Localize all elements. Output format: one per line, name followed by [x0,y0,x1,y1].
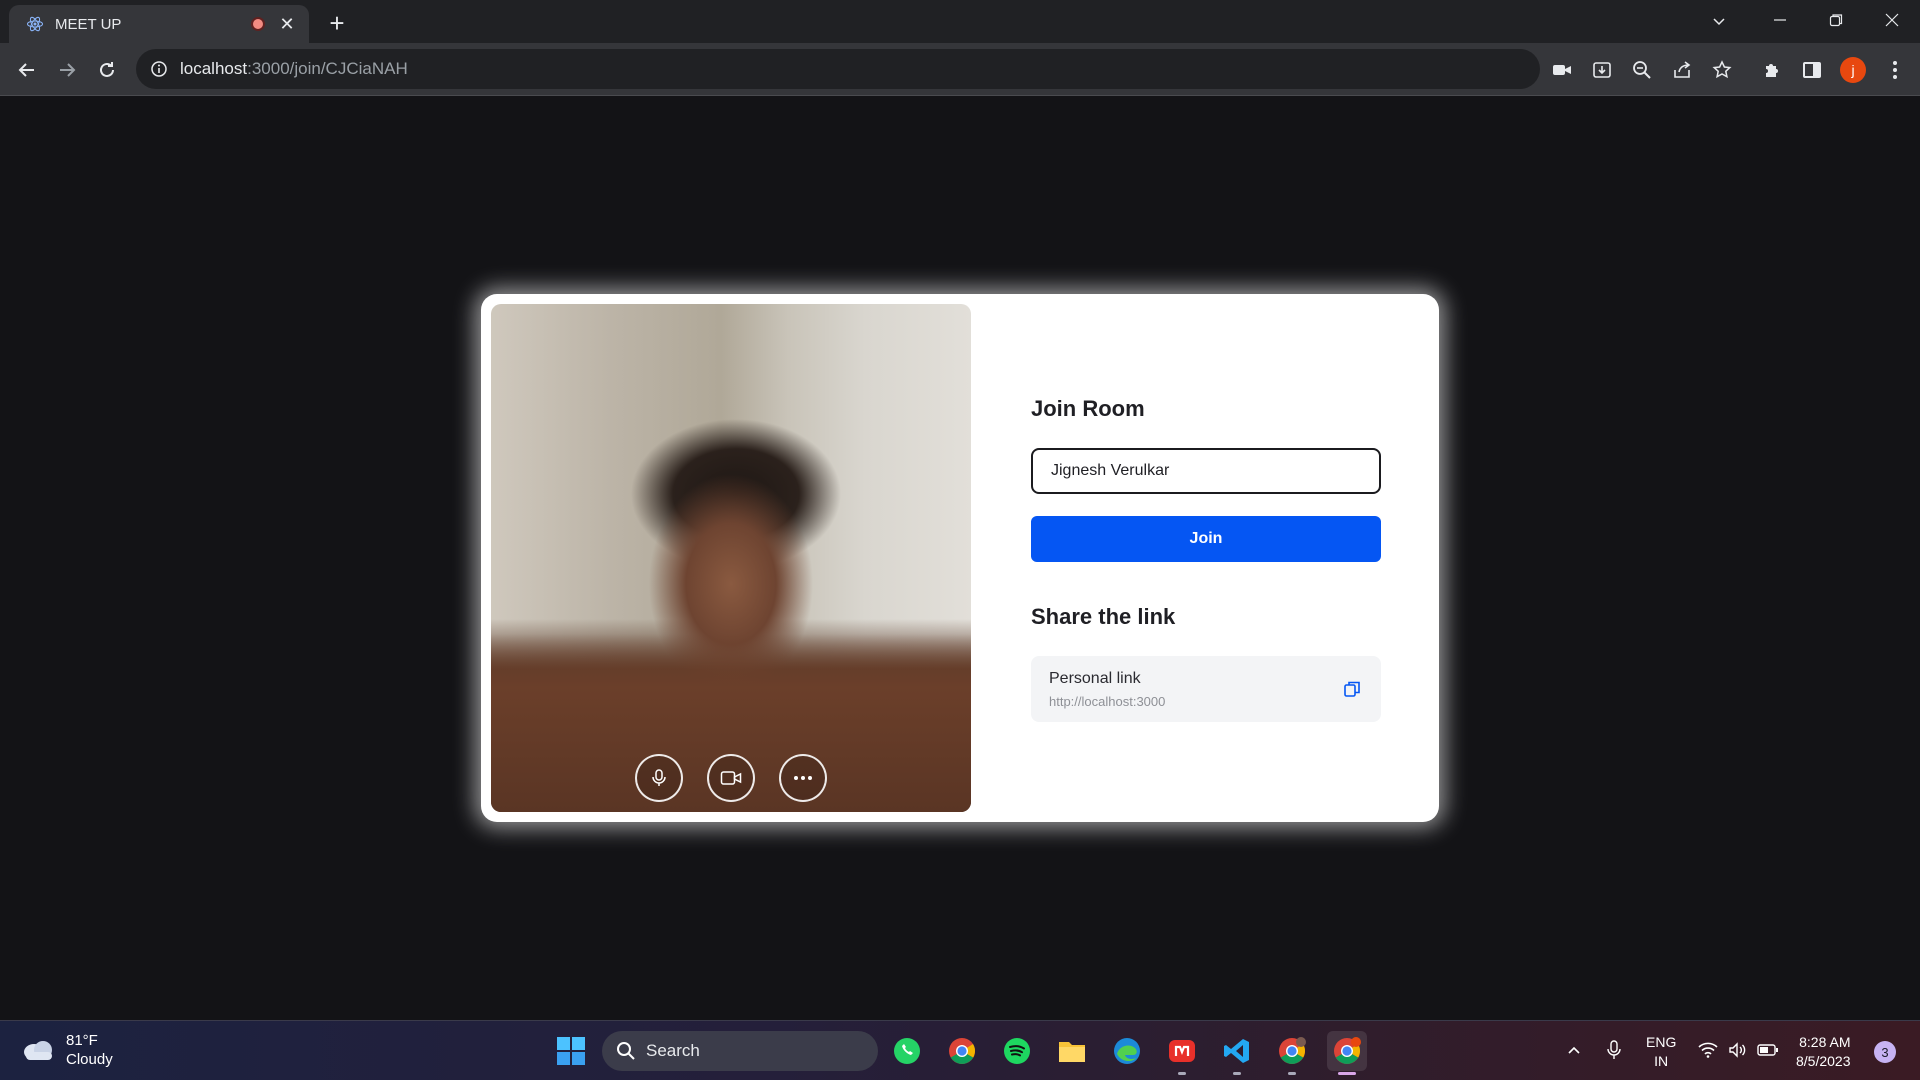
browser-toolbar: localhost:3000/join/CJCiaNAH j [0,43,1920,96]
address-bar[interactable]: localhost:3000/join/CJCiaNAH [136,49,1540,89]
chrome-active-icon[interactable] [1327,1031,1367,1075]
join-card: Join Room Join Share the link Personal l… [481,294,1439,822]
language-line2: IN [1654,1053,1669,1069]
running-indicator [1233,1072,1241,1075]
battery-icon[interactable] [1757,1039,1779,1061]
minimize-icon[interactable] [1752,0,1808,40]
recording-indicator-icon [251,17,265,31]
reload-icon[interactable] [90,53,124,87]
camera-icon[interactable] [707,754,755,802]
taskbar-search[interactable]: Search [602,1031,878,1071]
chevron-up-icon[interactable] [1563,1039,1585,1061]
personal-link-box: Personal link http://localhost:3000 [1031,656,1381,722]
vscode-icon[interactable] [1217,1031,1257,1075]
browser-tab[interactable]: MEET UP ✕ [9,5,309,43]
back-icon[interactable] [10,53,44,87]
weather-condition: Cloudy [66,1051,113,1068]
react-icon [25,14,45,34]
profile-avatar[interactable]: j [1840,57,1866,83]
url-path: :3000/join/CJCiaNAH [247,59,408,78]
clock-date: 8/5/2023 [1796,1053,1851,1069]
edge-icon[interactable] [1107,1031,1147,1071]
wifi-icon[interactable] [1697,1039,1719,1061]
join-room-heading: Join Room [1031,396,1145,421]
side-panel-icon[interactable] [1797,55,1827,85]
cloud-icon [24,1041,52,1060]
whatsapp-icon[interactable] [887,1031,927,1071]
anydesk-icon[interactable] [1162,1031,1202,1075]
spotify-icon[interactable] [997,1031,1037,1071]
search-icon [617,1042,635,1060]
microphone-tray-icon[interactable] [1603,1039,1625,1061]
url-host: localhost [180,59,248,78]
language-indicator[interactable]: ENG IN [1646,1033,1676,1071]
tab-close-icon[interactable]: ✕ [277,14,297,34]
search-label: Search [646,1041,700,1060]
windows-taskbar: 81°F Cloudy Search ENG IN 8:28 AM 8/5/20… [0,1020,1920,1080]
forward-icon[interactable] [50,53,84,87]
bookmark-star-icon[interactable] [1707,55,1737,85]
new-tab-button[interactable]: + [322,8,352,38]
browser-titlebar: MEET UP ✕ + [0,0,1920,43]
name-input[interactable] [1031,448,1381,494]
window-controls [1752,0,1920,40]
extensions-icon[interactable] [1757,55,1787,85]
running-indicator [1288,1072,1296,1075]
video-controls [491,754,971,802]
notification-badge[interactable]: 3 [1874,1041,1896,1063]
tab-search-chevron-icon[interactable] [1704,6,1734,36]
weather-temperature: 81°F [66,1032,98,1049]
running-indicator [1178,1072,1186,1075]
volume-icon[interactable] [1727,1039,1749,1061]
zoom-icon[interactable] [1627,55,1657,85]
language-line1: ENG [1646,1034,1677,1050]
install-app-icon[interactable] [1587,55,1617,85]
weather-widget[interactable]: 81°F Cloudy [20,1031,113,1069]
chrome-profile-icon[interactable] [1272,1031,1312,1075]
menu-kebab-icon[interactable] [1880,55,1910,85]
clock-time: 8:28 AM [1799,1034,1851,1050]
file-explorer-icon[interactable] [1052,1031,1092,1071]
personal-link-label: Personal link [1049,670,1141,687]
copy-icon[interactable] [1341,678,1363,700]
camera-preview [491,304,971,812]
share-icon[interactable] [1667,55,1697,85]
system-clock[interactable]: 8:28 AM 8/5/2023 [1796,1033,1851,1071]
more-icon[interactable] [779,754,827,802]
microphone-icon[interactable] [635,754,683,802]
close-window-icon[interactable] [1864,0,1920,40]
site-info-icon[interactable] [150,60,168,78]
camera-in-use-icon[interactable] [1547,55,1577,85]
active-indicator [1338,1072,1356,1075]
personal-link-url: http://localhost:3000 [1049,694,1166,709]
tab-title: MEET UP [55,15,122,33]
windows-start-icon[interactable] [555,1035,587,1067]
share-link-heading: Share the link [1031,604,1176,629]
join-button[interactable]: Join [1031,516,1381,562]
chrome-icon[interactable] [942,1031,982,1071]
restore-icon[interactable] [1808,0,1864,40]
